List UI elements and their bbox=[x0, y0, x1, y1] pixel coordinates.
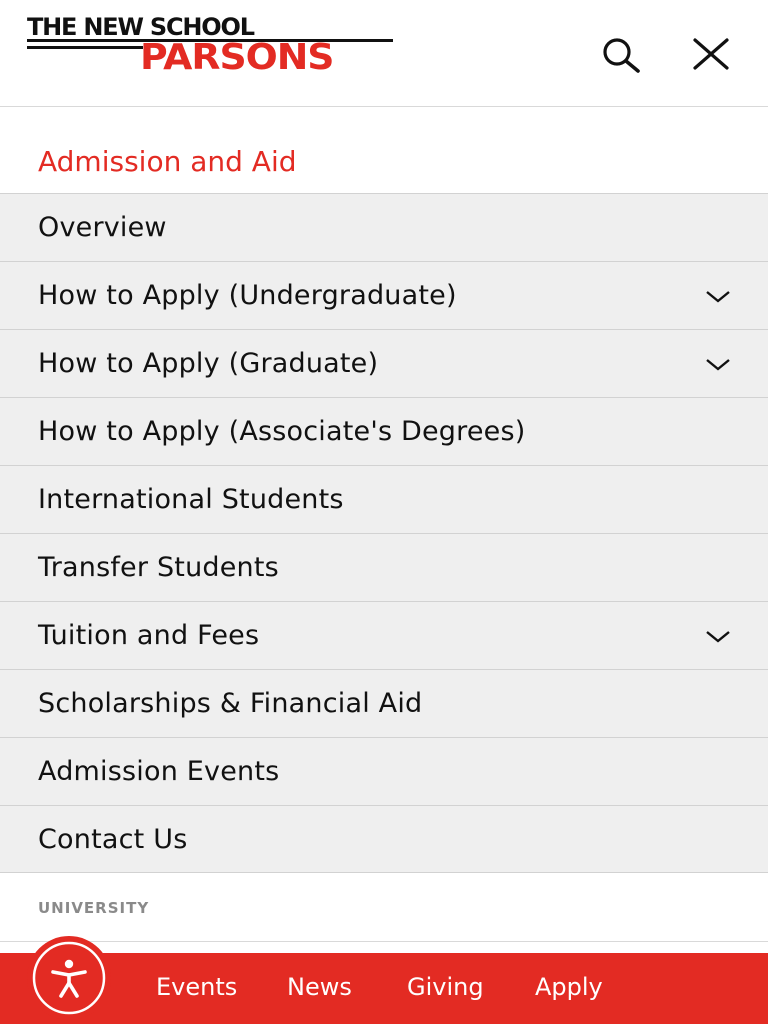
footer-link-events[interactable]: Events bbox=[156, 973, 237, 1001]
menu-item-scholarships-financial-aid[interactable]: Scholarships & Financial Aid bbox=[0, 669, 768, 737]
menu-item-label: Admission Events bbox=[38, 756, 280, 787]
menu-item-label: How to Apply (Graduate) bbox=[38, 348, 379, 379]
footer-link-news[interactable]: News bbox=[287, 973, 352, 1001]
close-menu-button[interactable] bbox=[688, 34, 734, 74]
menu-item-label: Scholarships & Financial Aid bbox=[38, 688, 423, 719]
university-section: UNIVERSITY bbox=[0, 874, 768, 942]
menu-item-label: Contact Us bbox=[38, 824, 188, 855]
menu-item-label: How to Apply (Undergraduate) bbox=[38, 280, 457, 311]
chevron-down-icon[interactable] bbox=[704, 354, 732, 374]
menu-item-tuition-and-fees[interactable]: Tuition and Fees bbox=[0, 601, 768, 669]
site-header: THE NEW SCHOOL PARSONS bbox=[0, 0, 768, 107]
accessibility-icon bbox=[32, 941, 106, 1015]
menu-item-overview[interactable]: Overview bbox=[0, 193, 768, 261]
menu-item-label: How to Apply (Associate's Degrees) bbox=[38, 416, 526, 447]
university-label: UNIVERSITY bbox=[38, 899, 150, 917]
menu-item-transfer-students[interactable]: Transfer Students bbox=[0, 533, 768, 601]
chevron-down-icon[interactable] bbox=[704, 626, 732, 646]
search-button[interactable] bbox=[596, 34, 644, 74]
search-icon bbox=[603, 38, 640, 73]
admission-menu: Overview How to Apply (Undergraduate) Ho… bbox=[0, 193, 768, 873]
page: THE NEW SCHOOL PARSONS Admission and Aid… bbox=[0, 0, 768, 1024]
menu-item-label: Tuition and Fees bbox=[38, 620, 260, 651]
logo-rule bbox=[27, 46, 143, 49]
section-heading-container: Admission and Aid bbox=[0, 107, 768, 194]
menu-item-admission-events[interactable]: Admission Events bbox=[0, 737, 768, 805]
menu-item-how-to-apply-associates[interactable]: How to Apply (Associate's Degrees) bbox=[0, 397, 768, 465]
menu-item-label: Overview bbox=[38, 212, 167, 243]
chevron-down-icon[interactable] bbox=[704, 286, 732, 306]
logo-bottom-text: PARSONS bbox=[140, 37, 335, 78]
close-icon bbox=[693, 38, 729, 70]
menu-item-international-students[interactable]: International Students bbox=[0, 465, 768, 533]
menu-item-how-to-apply-undergraduate[interactable]: How to Apply (Undergraduate) bbox=[0, 261, 768, 329]
menu-item-label: International Students bbox=[38, 484, 344, 515]
footer-link-giving[interactable]: Giving bbox=[407, 973, 484, 1001]
accessibility-button[interactable] bbox=[27, 936, 111, 1020]
parsons-logo[interactable]: THE NEW SCHOOL PARSONS bbox=[27, 14, 393, 76]
menu-item-how-to-apply-graduate[interactable]: How to Apply (Graduate) bbox=[0, 329, 768, 397]
section-heading[interactable]: Admission and Aid bbox=[38, 147, 297, 177]
menu-item-contact-us[interactable]: Contact Us bbox=[0, 805, 768, 873]
footer-action-bar: Events News Giving Apply bbox=[0, 953, 768, 1024]
logo-rule bbox=[27, 39, 143, 42]
menu-item-label: Transfer Students bbox=[38, 552, 279, 583]
footer-link-apply[interactable]: Apply bbox=[535, 973, 603, 1001]
